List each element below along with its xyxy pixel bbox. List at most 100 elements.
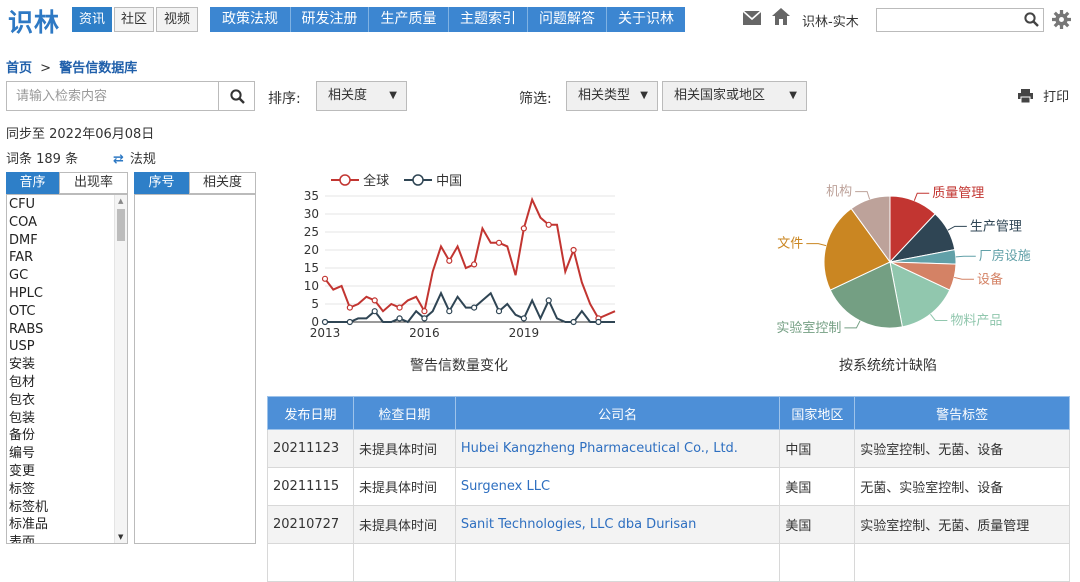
- tab-alphabetical[interactable]: 音序: [6, 172, 59, 194]
- table-row: 20210727 未提具体时间 Sanit Technologies, LLC …: [267, 505, 1070, 544]
- caret-down-icon: ▼: [389, 90, 397, 101]
- search-icon: [230, 89, 245, 108]
- term-item[interactable]: FAR: [9, 249, 33, 267]
- gear-icon[interactable]: [1052, 10, 1071, 33]
- term-item[interactable]: OTC: [9, 303, 36, 321]
- mail-icon[interactable]: [742, 10, 762, 29]
- term-item[interactable]: 编号: [9, 445, 35, 463]
- cell-tags: 实验室控制、无菌、质量管理: [854, 505, 1070, 544]
- scroll-thumb[interactable]: [117, 209, 125, 241]
- data-point: [321, 275, 329, 282]
- cell-inspection-date: 未提具体时间: [352, 429, 456, 468]
- cell-company-link[interactable]: Surgenex LLC: [454, 467, 781, 506]
- label-leader-line: [913, 192, 930, 201]
- home-icon[interactable]: [772, 8, 790, 29]
- breadcrumb-home[interactable]: 首页: [6, 61, 32, 76]
- caret-down-icon: ▼: [789, 90, 797, 101]
- term-item[interactable]: GC: [9, 267, 28, 285]
- nav-topic-index[interactable]: 主题索引: [449, 7, 528, 32]
- term-item[interactable]: 标签: [9, 481, 35, 499]
- term-item[interactable]: 包材: [9, 374, 35, 392]
- x-tick-label: 2013: [310, 326, 341, 340]
- nav-about[interactable]: 关于识林: [607, 7, 685, 32]
- caret-down-icon: ▼: [640, 90, 648, 101]
- term-item[interactable]: RABS: [9, 321, 43, 339]
- term-item[interactable]: USP: [9, 338, 35, 356]
- term-item[interactable]: 标签机: [9, 499, 48, 517]
- data-point: [495, 239, 503, 246]
- search-button[interactable]: [218, 81, 255, 111]
- table-row: [267, 543, 1070, 582]
- cell-company-link[interactable]: Hubei Kangzheng Pharmaceutical Co., Ltd.: [454, 429, 781, 468]
- x-tick-label: 2016: [409, 326, 440, 340]
- term-item[interactable]: DMF: [9, 232, 38, 250]
- law-link[interactable]: ⇄ 法规: [113, 148, 156, 167]
- tab-frequency[interactable]: 出现率: [59, 172, 128, 194]
- pie-label: 实验室控制: [776, 320, 841, 336]
- col-country[interactable]: 国家地区: [779, 396, 856, 430]
- term-item[interactable]: 变更: [9, 463, 35, 481]
- pie-label: 质量管理: [932, 186, 984, 201]
- print-button[interactable]: 打印: [1018, 86, 1069, 107]
- pie-chart[interactable]: 质量管理生产管理厂房设施设备物料产品 实验室控制 文件 机构: [760, 170, 1040, 350]
- sort-dropdown[interactable]: 相关度 ▼: [316, 81, 407, 111]
- term-item[interactable]: HPLC: [9, 285, 43, 303]
- data-point: [545, 221, 552, 228]
- term-list: CFU COA DMF FAR GC HPLC OTC RABS USP 安装 包材 包衣 包装 备份 编号…: [6, 194, 128, 544]
- y-tick-label: 15: [304, 261, 319, 275]
- y-tick-label: 25: [304, 225, 319, 239]
- term-item[interactable]: 包衣: [9, 392, 35, 410]
- scroll-down-icon[interactable]: ▼: [118, 533, 123, 541]
- top-search-input[interactable]: [876, 8, 1044, 32]
- pie-label: 设备: [977, 271, 1003, 287]
- tab-community[interactable]: 社区: [114, 7, 154, 32]
- data-point: [446, 308, 453, 315]
- data-point: [396, 315, 403, 322]
- filter-type-dropdown[interactable]: 相关类型 ▼: [566, 81, 658, 111]
- data-point: [545, 297, 552, 304]
- nav-policy[interactable]: 政策法规: [210, 7, 291, 32]
- term-item[interactable]: 标准品: [9, 516, 48, 534]
- breadcrumb-current[interactable]: 警告信数据库: [59, 61, 137, 76]
- sync-date: 同步至 2022年06月08日: [6, 127, 155, 142]
- tab-news[interactable]: 资讯: [72, 7, 112, 32]
- data-point: [371, 297, 378, 304]
- term-item[interactable]: 表面: [9, 534, 35, 543]
- cell-company-link[interactable]: Sanit Technologies, LLC dba Durisan: [454, 505, 781, 544]
- x-tick-label: 2019: [509, 326, 540, 340]
- line-chart[interactable]: 051015202530352013 2016 2019: [290, 186, 625, 346]
- scroll-up-icon[interactable]: ▲: [118, 197, 123, 205]
- term-item[interactable]: 安装: [9, 356, 35, 374]
- cell-publish-date: 20211115: [267, 467, 354, 506]
- cell-country: 美国: [779, 505, 856, 544]
- data-point: [346, 304, 353, 311]
- nav-qa[interactable]: 问题解答: [528, 7, 607, 32]
- nav-rd-registration[interactable]: 研发注册: [291, 7, 369, 32]
- term-item[interactable]: 包装: [9, 410, 35, 428]
- data-point: [471, 304, 478, 311]
- site-logo[interactable]: 识林: [8, 3, 60, 39]
- col-company[interactable]: 公司名: [454, 396, 781, 430]
- data-point: [396, 304, 403, 311]
- tab-video[interactable]: 视频: [156, 7, 198, 32]
- term-item[interactable]: CFU: [9, 196, 35, 214]
- search-input[interactable]: [6, 81, 219, 111]
- nav-production-quality[interactable]: 生产质量: [369, 7, 449, 32]
- pie-chart-title: 按系统统计缺陷: [839, 358, 937, 374]
- printer-icon: [1018, 89, 1033, 107]
- col-publish-date[interactable]: 发布日期: [267, 396, 354, 430]
- term-item[interactable]: COA: [9, 214, 37, 232]
- col-inspection-date[interactable]: 检查日期: [352, 396, 456, 430]
- col-tags[interactable]: 警告标签: [854, 396, 1070, 430]
- user-name[interactable]: 识林-实木: [802, 11, 859, 30]
- cell-tags: 实验室控制、无菌、设备: [854, 429, 1070, 468]
- tab-sequence[interactable]: 序号: [134, 172, 189, 194]
- label-leader-line: [844, 320, 861, 329]
- term-item[interactable]: 备份: [9, 427, 35, 445]
- tab-relevance[interactable]: 相关度: [189, 172, 256, 194]
- swap-icon: ⇄: [113, 152, 124, 167]
- search-icon[interactable]: [1024, 12, 1039, 31]
- term-list-scrollbar[interactable]: ▲ ▼: [114, 195, 127, 543]
- term-count: 词条 189 条: [6, 152, 79, 167]
- filter-region-dropdown[interactable]: 相关国家或地区 ▼: [662, 81, 807, 111]
